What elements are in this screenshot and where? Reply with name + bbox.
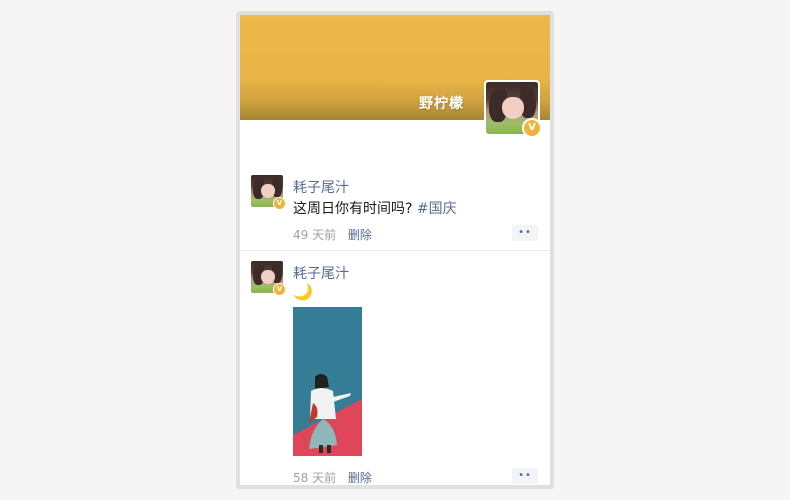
divider (240, 250, 550, 251)
profile-name: 野柠檬 (419, 96, 464, 112)
moon-emoji: 🌙 (293, 282, 313, 301)
moments-panel: 野柠檬 V V 耗子尾汁 这周日你有时间吗? #国庆 49 天前 删除 •• V… (236, 11, 554, 489)
post-author[interactable]: 耗子尾汁 (293, 263, 349, 283)
post-image[interactable] (293, 307, 362, 456)
post-meta: 49 天前 删除 (293, 226, 372, 243)
delete-link[interactable]: 删除 (348, 228, 372, 242)
post-text: 这周日你有时间吗? #国庆 (293, 198, 457, 218)
post-avatar[interactable]: V (251, 175, 286, 210)
post-meta: 58 天前 删除 (293, 469, 372, 485)
more-button[interactable]: •• (512, 468, 538, 484)
profile-avatar[interactable]: V (484, 80, 542, 138)
verified-badge-icon: V (273, 197, 286, 210)
verified-badge-icon: V (273, 283, 286, 296)
verified-badge-icon: V (522, 118, 542, 138)
post-time: 58 天前 (293, 471, 337, 485)
more-button[interactable]: •• (512, 225, 538, 241)
delete-link[interactable]: 删除 (348, 471, 372, 485)
hashtag-link[interactable]: #国庆 (417, 201, 457, 217)
author-name: 耗子尾汁 (293, 180, 349, 196)
post-author[interactable]: 耗子尾汁 (293, 177, 349, 197)
post-time: 49 天前 (293, 228, 337, 242)
post-avatar[interactable]: V (251, 261, 286, 296)
illustration-image (293, 307, 362, 456)
post-text-body: 这周日你有时间吗? (293, 201, 413, 217)
author-name: 耗子尾汁 (293, 266, 349, 282)
